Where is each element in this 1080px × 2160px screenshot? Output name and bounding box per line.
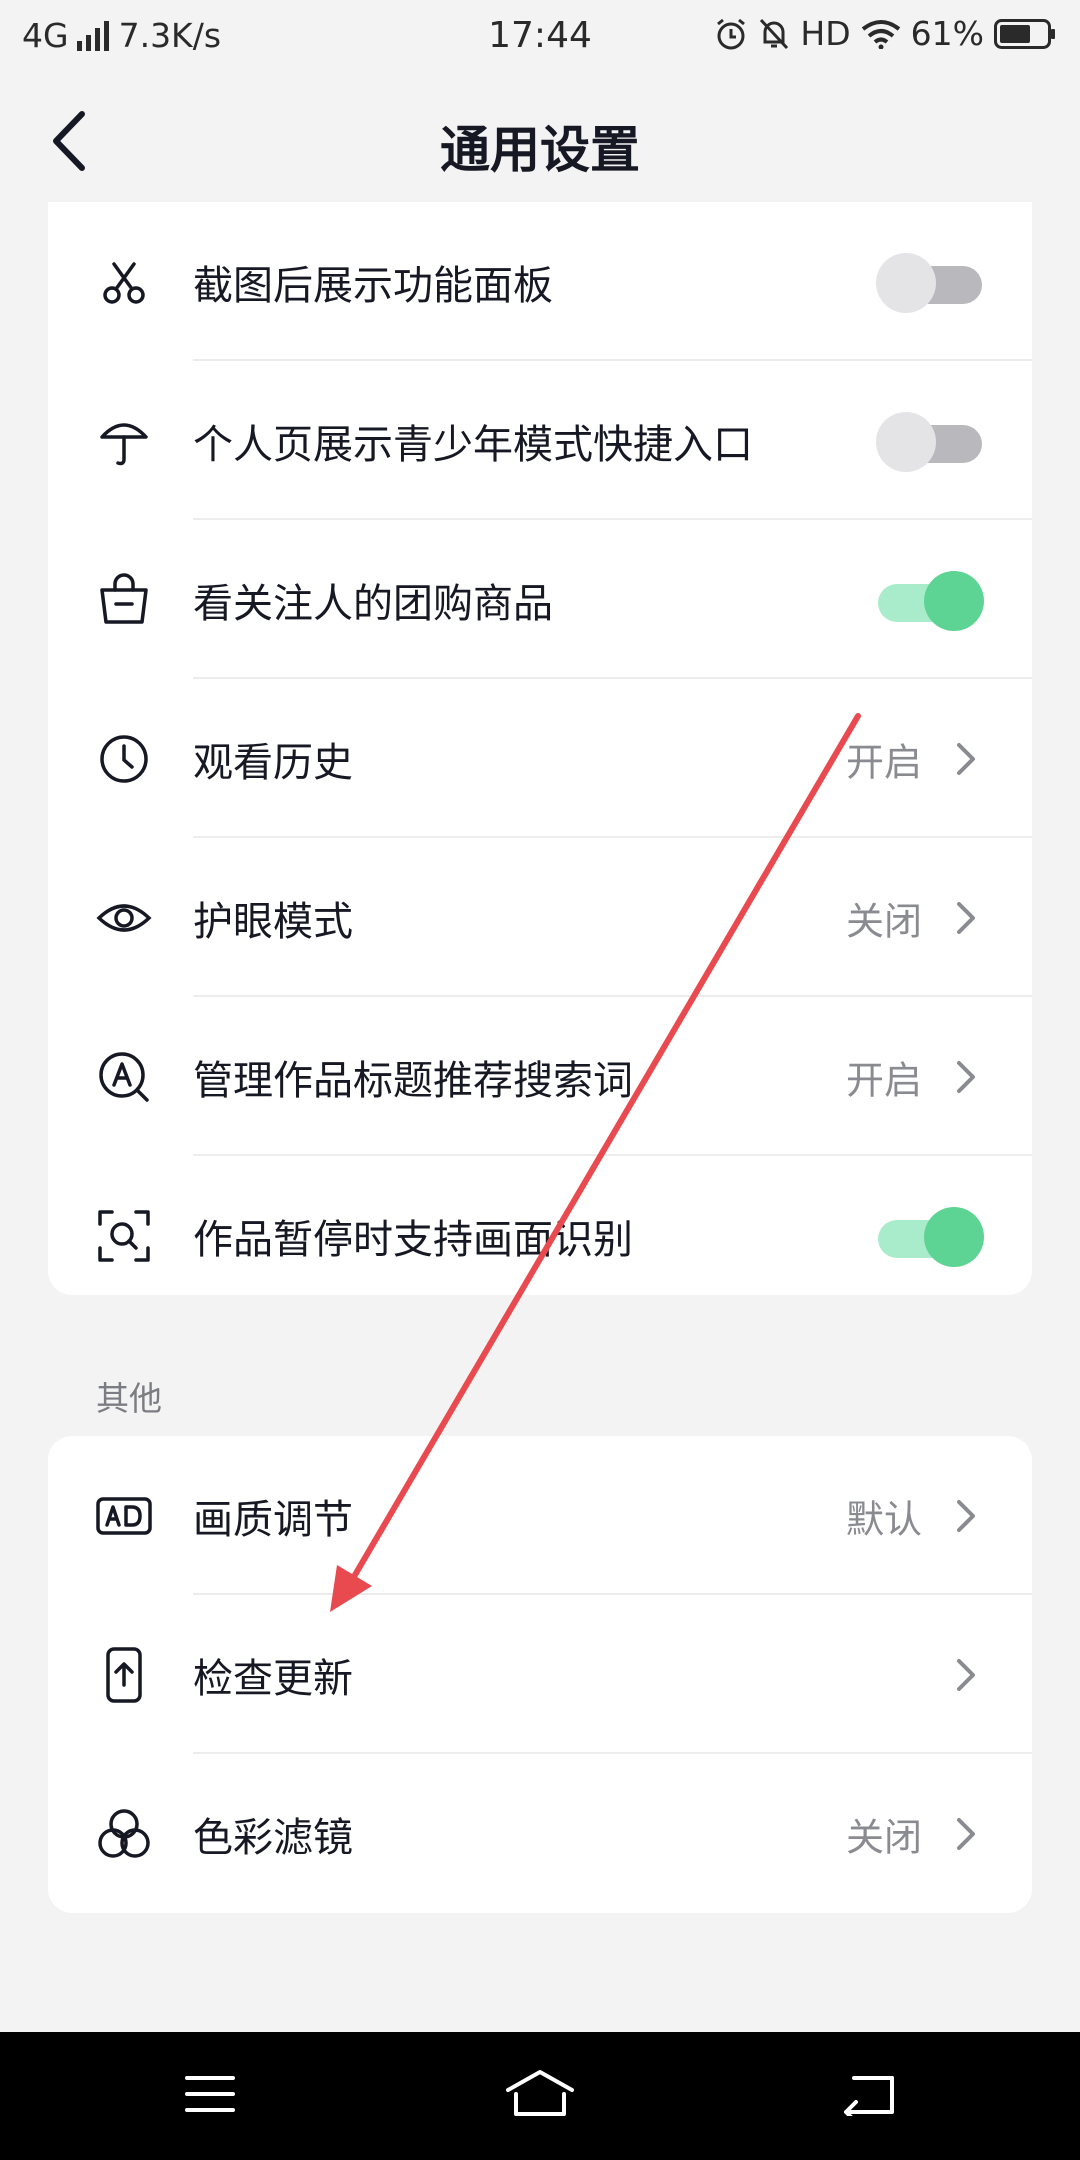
battery-percent: 61% bbox=[910, 14, 984, 53]
setting-row-screenshot-panel[interactable]: 截图后展示功能面板 bbox=[48, 202, 1032, 361]
chevron-right-icon bbox=[957, 742, 975, 775]
setting-label: 个人页展示青少年模式快捷入口 bbox=[193, 421, 753, 468]
chevron-right-icon bbox=[957, 1499, 975, 1532]
ad-icon bbox=[94, 1486, 154, 1546]
toggle-switch[interactable] bbox=[876, 252, 984, 313]
setting-row-search-terms[interactable]: 管理作品标题推荐搜索词 开启 bbox=[48, 997, 1032, 1156]
mute-bell-icon bbox=[760, 18, 789, 49]
setting-row-color-filter[interactable]: 色彩滤镜 关闭 bbox=[48, 1754, 1032, 1913]
setting-row-teen-mode-shortcut[interactable]: 个人页展示青少年模式快捷入口 bbox=[48, 361, 1032, 520]
chevron-right-icon bbox=[957, 1060, 975, 1093]
toggle-switch[interactable] bbox=[876, 570, 984, 631]
setting-label: 画质调节 bbox=[193, 1496, 353, 1543]
setting-value: 默认 bbox=[845, 1497, 922, 1541]
shopping-bag-icon bbox=[94, 570, 154, 630]
setting-row-group-buy[interactable]: 看关注人的团购商品 bbox=[48, 520, 1032, 679]
toggle-switch[interactable] bbox=[876, 1206, 984, 1267]
setting-row-image-recognition[interactable]: 作品暂停时支持画面识别 bbox=[48, 1156, 1032, 1295]
phone-upload-icon bbox=[94, 1645, 154, 1705]
settings-card-general: 截图后展示功能面板 个人页展示青少年模式快捷入口 看关注人的团购商品 观看历史 … bbox=[48, 202, 1032, 1295]
setting-label: 管理作品标题推荐搜索词 bbox=[193, 1057, 633, 1104]
chevron-right-icon bbox=[957, 1817, 975, 1850]
setting-value: 关闭 bbox=[845, 1815, 922, 1859]
eye-icon bbox=[94, 888, 154, 948]
page-title: 通用设置 bbox=[440, 121, 640, 179]
setting-label: 看关注人的团购商品 bbox=[193, 580, 553, 627]
wifi-icon bbox=[861, 19, 900, 49]
header: 通用设置 bbox=[0, 72, 1080, 202]
setting-label: 观看历史 bbox=[193, 739, 353, 786]
settings-card-other: 画质调节 默认 检查更新 色彩滤镜 关闭 bbox=[48, 1436, 1032, 1913]
scan-icon bbox=[94, 1206, 154, 1266]
back-icon[interactable] bbox=[842, 2072, 896, 2116]
setting-row-eye-protection[interactable]: 护眼模式 关闭 bbox=[48, 838, 1032, 997]
chevron-right-icon bbox=[957, 1658, 975, 1691]
setting-label: 检查更新 bbox=[193, 1655, 353, 1702]
status-right: HD 61% bbox=[714, 14, 1056, 53]
section-title-other: 其他 bbox=[96, 1379, 162, 1418]
setting-label: 色彩滤镜 bbox=[193, 1814, 353, 1861]
battery-icon bbox=[994, 18, 1055, 49]
setting-row-check-update[interactable]: 检查更新 bbox=[48, 1595, 1032, 1754]
chevron-right-icon bbox=[957, 901, 975, 934]
setting-value: 开启 bbox=[845, 740, 922, 784]
scissors-icon bbox=[94, 252, 154, 312]
hd-indicator: HD bbox=[800, 14, 851, 53]
status-bar: 4G 7.3K/s 17:44 HD 61% bbox=[0, 0, 1080, 72]
setting-value: 关闭 bbox=[845, 899, 922, 943]
toggle-switch[interactable] bbox=[876, 411, 984, 472]
system-nav-bar bbox=[0, 2032, 1080, 2160]
setting-label: 截图后展示功能面板 bbox=[193, 262, 553, 309]
setting-row-watch-history[interactable]: 观看历史 开启 bbox=[48, 679, 1032, 838]
setting-value: 开启 bbox=[845, 1058, 922, 1102]
setting-row-video-quality[interactable]: 画质调节 默认 bbox=[48, 1436, 1032, 1595]
menu-icon[interactable] bbox=[184, 2072, 236, 2116]
setting-label: 作品暂停时支持画面识别 bbox=[193, 1216, 633, 1263]
search-a-icon bbox=[94, 1047, 154, 1107]
clock-icon bbox=[94, 729, 154, 789]
setting-label: 护眼模式 bbox=[193, 898, 353, 945]
color-filter-icon bbox=[94, 1804, 154, 1864]
alarm-icon bbox=[717, 18, 746, 49]
home-icon[interactable] bbox=[504, 2068, 576, 2118]
umbrella-icon bbox=[94, 411, 154, 471]
